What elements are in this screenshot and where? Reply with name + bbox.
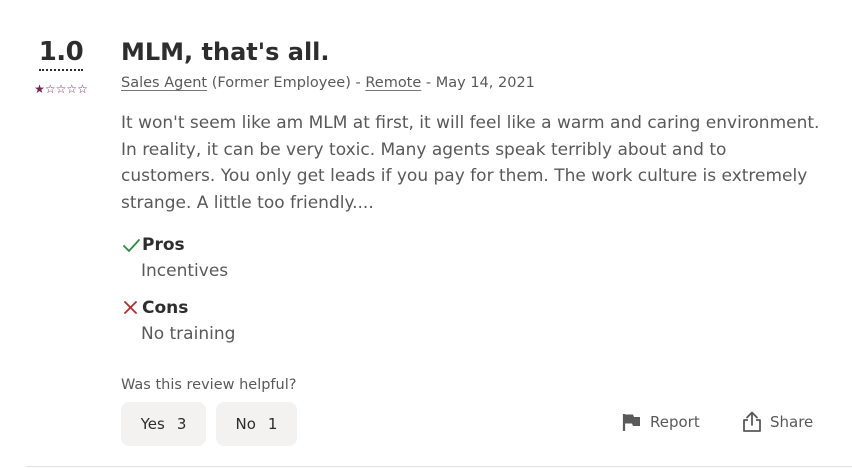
- review-text: It won't seem like am MLM at first, it w…: [121, 113, 820, 213]
- checkmark-icon: [121, 235, 141, 255]
- report-button[interactable]: Report: [622, 410, 700, 434]
- pros-label: Pros: [142, 235, 185, 255]
- x-icon: [121, 298, 141, 318]
- share-button[interactable]: Share: [742, 410, 813, 434]
- review-title: MLM, that's all.: [121, 38, 330, 66]
- review-meta: Sales Agent (Former Employee) - Remote -…: [121, 73, 831, 93]
- job-title-link[interactable]: Sales Agent: [121, 75, 207, 91]
- location-link[interactable]: Remote: [365, 75, 421, 91]
- rating-block: 1.0 ★☆☆☆☆: [26, 36, 96, 96]
- star-filled-icon: ★: [34, 82, 45, 96]
- flag-icon: [622, 414, 640, 431]
- share-icon: [743, 411, 761, 432]
- share-label: Share: [770, 413, 814, 431]
- no-label: No: [235, 415, 256, 433]
- star-empty-icon: ☆: [55, 82, 67, 96]
- pros-section: Pros Incentives: [121, 232, 831, 284]
- employment-status: (Former Employee): [211, 75, 351, 91]
- review-divider: [26, 466, 852, 467]
- no-count: 1: [267, 415, 278, 433]
- star-rating: ★☆☆☆☆: [26, 82, 96, 96]
- yes-label: Yes: [140, 415, 165, 433]
- rating-value: 1.0: [38, 36, 84, 71]
- helpful-no-button[interactable]: No 1: [216, 402, 297, 446]
- star-empty-icon: ☆: [44, 82, 56, 96]
- review-date: - May 14, 2021: [425, 75, 535, 91]
- cons-text: No training: [141, 324, 236, 344]
- helpful-question: Was this review helpful?: [121, 377, 297, 393]
- meta-separator: -: [355, 75, 361, 91]
- report-label: Report: [650, 413, 700, 431]
- pros-text: Incentives: [141, 261, 229, 281]
- star-empty-icon: ☆: [66, 82, 78, 96]
- helpful-yes-button[interactable]: Yes 3: [121, 402, 206, 446]
- star-empty-icon: ☆: [77, 82, 88, 96]
- yes-count: 3: [176, 415, 187, 433]
- cons-section: Cons No training: [121, 295, 831, 347]
- review-content: MLM, that's all. Sales Agent (Former Emp…: [121, 36, 831, 347]
- cons-label: Cons: [142, 298, 189, 318]
